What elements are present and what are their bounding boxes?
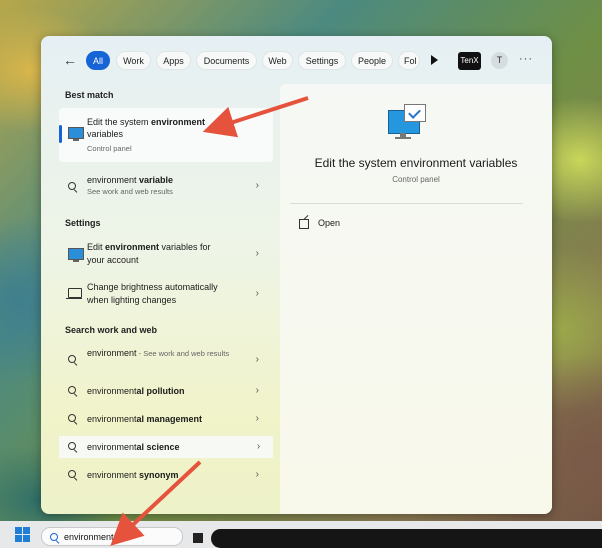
search-icon: [50, 533, 60, 545]
detail-subtitle: Control panel: [392, 175, 440, 184]
web-result[interactable]: environment synonym ›: [59, 464, 273, 486]
play-icon[interactable]: [431, 55, 438, 65]
filter-chip-web[interactable]: Web: [262, 51, 293, 70]
chevron-right-icon[interactable]: ›: [256, 288, 259, 299]
filter-chip-people[interactable]: People: [351, 51, 393, 70]
system-properties-icon: [388, 104, 426, 140]
filter-chip-work[interactable]: Work: [116, 51, 151, 70]
result-env-variable[interactable]: environment variable See work and web re…: [59, 170, 273, 206]
detail-title: Edit the system environment variables: [314, 156, 518, 170]
back-arrow-icon[interactable]: ←: [63, 53, 77, 67]
chevron-right-icon[interactable]: ›: [256, 385, 259, 396]
tenx-badge[interactable]: TenX: [458, 52, 481, 70]
divider: [290, 203, 523, 204]
chevron-right-icon[interactable]: ›: [256, 413, 259, 424]
best-match-title: Edit the system environment variables: [87, 117, 206, 139]
monitor-icon: [68, 127, 84, 141]
settings-heading: Settings: [65, 218, 101, 228]
taskbar-redacted-area: [211, 529, 602, 548]
open-icon[interactable]: [299, 219, 309, 229]
selection-indicator: [59, 125, 62, 143]
web-result[interactable]: environment - See work and web results ›: [59, 344, 273, 374]
results-list: Best match Edit the system environment v…: [41, 84, 280, 514]
chevron-right-icon[interactable]: ›: [256, 469, 259, 480]
filter-chip-documents[interactable]: Documents: [196, 51, 257, 70]
web-result-label: environmental management: [87, 414, 203, 424]
web-result-selected[interactable]: environmental science: [59, 436, 244, 458]
chevron-right-icon[interactable]: ›: [256, 180, 259, 191]
web-result[interactable]: environmental management ›: [59, 408, 273, 430]
best-match-subtitle: Control panel: [87, 144, 132, 153]
detail-pane: Edit the system environment variables Co…: [280, 84, 552, 514]
filter-chip-folders[interactable]: Fol: [398, 51, 420, 70]
result-subtitle: See work and web results: [87, 187, 173, 196]
best-match-result[interactable]: Edit the system environment variables Co…: [59, 108, 273, 162]
search-input[interactable]: [64, 530, 174, 543]
result-title: environment variable: [87, 175, 174, 185]
taskbar-search-box[interactable]: [41, 527, 183, 546]
settings-item-env-vars[interactable]: Edit environment variables for your acco…: [59, 238, 273, 268]
web-result-label: environment synonym: [87, 470, 179, 480]
more-options-icon[interactable]: ···: [519, 53, 533, 65]
best-match-heading: Best match: [65, 90, 114, 100]
monitor-icon: [68, 248, 84, 262]
windows-start-icon[interactable]: [15, 527, 30, 542]
search-web-heading: Search work and web: [65, 325, 158, 335]
web-result-label: environmental pollution: [87, 386, 185, 396]
start-search-panel: ← All Work Apps Documents Web Settings P…: [41, 36, 552, 514]
avatar[interactable]: T: [491, 52, 508, 69]
filter-chip-apps[interactable]: Apps: [156, 51, 191, 70]
settings-item-label: Edit environment variables for your acco…: [87, 242, 211, 265]
search-icon: [68, 182, 78, 194]
web-result-label: environmental science: [87, 442, 180, 452]
web-result-label: environment - See work and web results: [87, 348, 230, 358]
laptop-icon: [66, 288, 82, 300]
settings-item-label: Change brightness automatically when lig…: [87, 282, 218, 305]
settings-item-brightness[interactable]: Change brightness automatically when lig…: [59, 278, 273, 308]
chevron-right-icon[interactable]: ›: [256, 354, 259, 365]
filter-bar: ← All Work Apps Documents Web Settings P…: [41, 36, 552, 84]
search-icon: [68, 442, 78, 454]
filter-chip-settings[interactable]: Settings: [298, 51, 346, 70]
task-view-icon[interactable]: [193, 533, 203, 543]
search-icon: [68, 386, 78, 398]
search-icon: [68, 470, 78, 482]
web-result[interactable]: environmental pollution ›: [59, 380, 273, 402]
filter-chip-all[interactable]: All: [86, 51, 110, 70]
chevron-right-icon[interactable]: ›: [256, 248, 259, 259]
open-action[interactable]: Open: [318, 218, 340, 228]
chevron-right-icon[interactable]: ›: [244, 436, 273, 458]
search-icon: [68, 414, 78, 426]
search-icon: [68, 355, 78, 367]
